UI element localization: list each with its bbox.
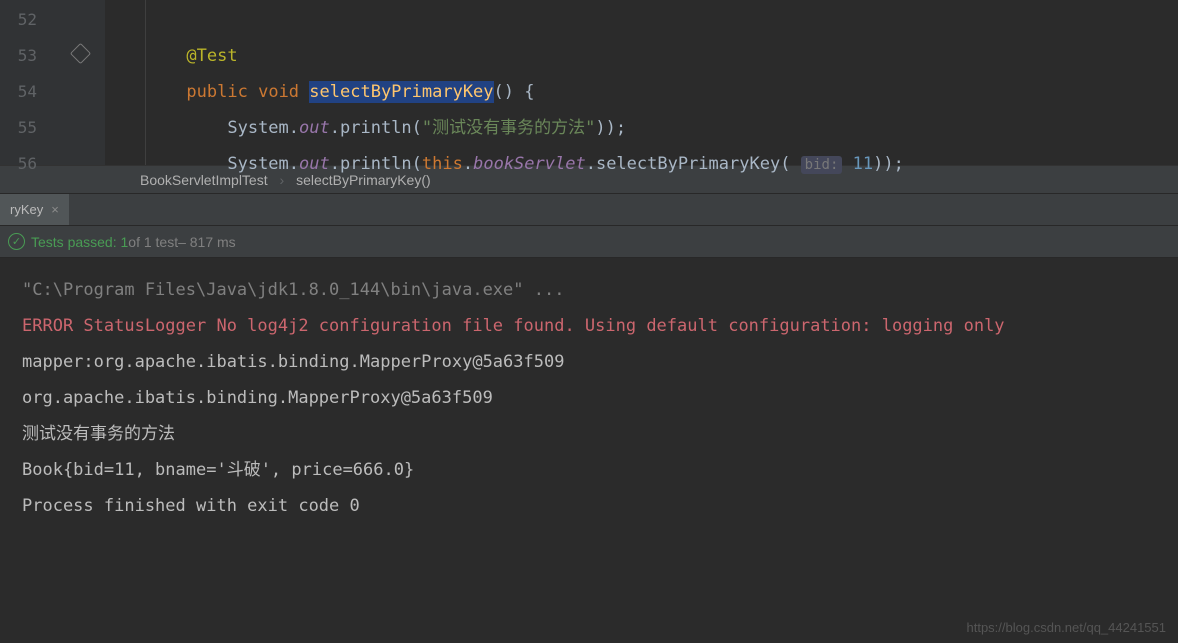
console-line: "C:\Program Files\Java\jdk1.8.0_144\bin\… bbox=[22, 272, 1156, 308]
tests-passed-label: Tests passed: 1 bbox=[31, 226, 128, 258]
parameter-hint: bid: bbox=[801, 156, 843, 174]
test-status-bar: ✓ Tests passed: 1 of 1 test – 817 ms bbox=[0, 226, 1178, 258]
code-line[interactable] bbox=[105, 2, 1178, 38]
code-editor[interactable]: 52 53 54 ↻ 55 56 @Test public void selec… bbox=[0, 0, 1178, 165]
line-number[interactable]: 54 ↻ bbox=[0, 74, 55, 110]
run-config-tab[interactable]: ryKey × bbox=[0, 194, 69, 225]
annotation: @Test bbox=[186, 46, 237, 66]
console-error-line: ERROR StatusLogger No log4j2 configurati… bbox=[22, 308, 1156, 344]
console-line: Process finished with exit code 0 bbox=[22, 488, 1156, 524]
line-number: 56 bbox=[0, 146, 55, 182]
gutter-icons bbox=[55, 0, 105, 165]
tests-time-label: – 817 ms bbox=[178, 226, 236, 258]
watermark-text: https://blog.csdn.net/qq_44241551 bbox=[967, 620, 1167, 635]
indent-guide bbox=[145, 0, 146, 165]
run-tab-bar: ryKey × bbox=[0, 193, 1178, 226]
close-tab-icon[interactable]: × bbox=[51, 202, 59, 217]
tab-label: ryKey bbox=[10, 202, 43, 217]
console-line: mapper:org.apache.ibatis.binding.MapperP… bbox=[22, 344, 1156, 380]
check-circle-icon: ✓ bbox=[8, 233, 25, 250]
console-line: Book{bid=11, bname='斗破', price=666.0} bbox=[22, 452, 1156, 488]
console-output[interactable]: "C:\Program Files\Java\jdk1.8.0_144\bin\… bbox=[0, 258, 1178, 538]
line-number-text: 54 bbox=[18, 82, 37, 101]
console-line: 测试没有事务的方法 bbox=[22, 416, 1156, 452]
console-line: org.apache.ibatis.binding.MapperProxy@5a… bbox=[22, 380, 1156, 416]
override-marker-icon[interactable] bbox=[70, 43, 91, 64]
line-number-gutter: 52 53 54 ↻ 55 56 bbox=[0, 0, 55, 165]
code-line[interactable]: @Test bbox=[105, 38, 1178, 74]
line-number: 52 bbox=[0, 2, 55, 38]
code-line[interactable]: System.out.println("测试没有事务的方法")); bbox=[105, 110, 1178, 146]
selected-text: selectByPrimaryKey bbox=[309, 81, 493, 103]
tests-total-label: of 1 test bbox=[128, 226, 178, 258]
code-line[interactable]: public void selectByPrimaryKey() { bbox=[105, 74, 1178, 110]
code-line[interactable]: System.out.println(this.bookServlet.sele… bbox=[105, 146, 1178, 182]
line-number: 55 bbox=[0, 110, 55, 146]
line-number: 53 bbox=[0, 38, 55, 74]
code-content[interactable]: @Test public void selectByPrimaryKey() {… bbox=[105, 0, 1178, 165]
